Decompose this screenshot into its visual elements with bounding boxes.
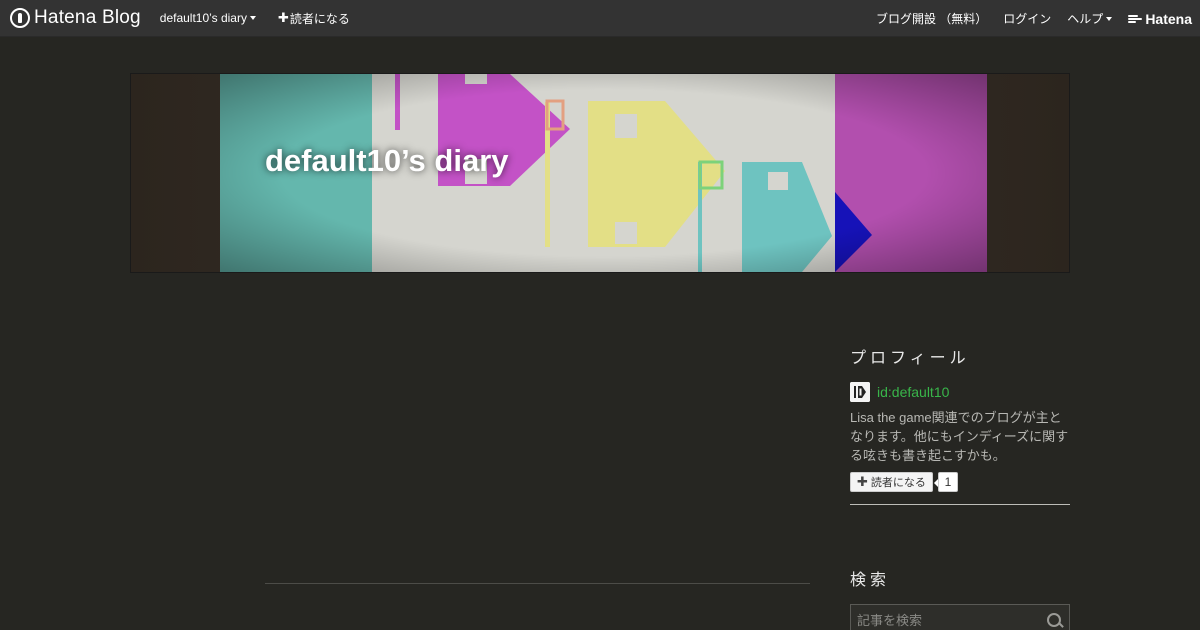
hatena-blog-icon [10,8,30,28]
subscribe-widget: ✚ 読者になる 1 [850,472,958,492]
plus-icon: ✚ [857,474,868,489]
login-link[interactable]: ログイン [1003,10,1051,27]
open-blog-link[interactable]: ブログ開設 （無料） [876,10,987,27]
blog-menu-dropdown[interactable]: default10’s diary [160,11,256,25]
search-form [850,604,1070,630]
help-label: ヘルプ [1067,12,1104,26]
help-dropdown[interactable]: ヘルプ [1067,10,1113,27]
search-icon[interactable] [1043,605,1069,630]
profile-divider [850,504,1070,505]
subscriber-count[interactable]: 1 [933,472,958,492]
header-right-links: ブログ開設 （無料） ログイン ヘルプ Hatena [860,0,1192,37]
avatar-logo-icon [850,382,870,402]
profile-title: プロフィール [850,350,970,367]
avatar[interactable] [850,382,870,402]
caret-down-icon [1106,16,1113,21]
plus-icon: ✚ [277,10,289,25]
hatena-blog-logo[interactable]: Hatena Blog [10,7,141,29]
global-header: Hatena Blog default10’s diary ✚ 読者になる ブロ… [0,0,1200,37]
profile-description: Lisa the game関連でのブログが主となります。他にもインディーズに関す… [850,410,1069,463]
subscribe-top-button[interactable]: ✚ 読者になる [278,10,350,27]
hatena-logo-text: Hatena [1145,10,1192,27]
subscribe-button-label: 読者になる [870,477,926,489]
brand-text: Hatena Blog [34,7,141,28]
blog-title[interactable]: default10’s diary [265,143,509,179]
main-divider [265,583,810,584]
subscribe-top-label: 読者になる [289,11,350,26]
profile-id-row: id:default10 [850,382,949,402]
hatena-logo[interactable]: Hatena [1128,11,1192,27]
hatena-mark-icon [1128,14,1143,24]
search-input[interactable] [851,612,1043,628]
caret-down-icon [249,16,256,20]
subscribe-button[interactable]: ✚ 読者になる [850,472,933,492]
search-title: 検索 [850,572,891,589]
profile-id-link[interactable]: id:default10 [877,384,949,400]
blog-menu-label: default10’s diary [159,11,247,25]
